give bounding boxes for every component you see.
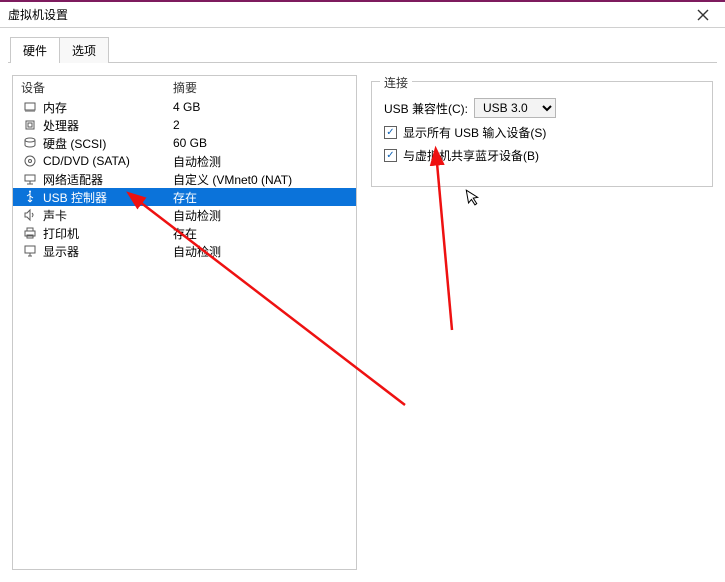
sound-icon xyxy=(21,207,39,223)
device-row-printer[interactable]: 打印机 存在 xyxy=(13,224,356,242)
device-name: 打印机 xyxy=(43,225,173,242)
tab-strip: 硬件 选项 xyxy=(0,28,725,62)
usb-compat-row: USB 兼容性(C): USB 3.0 xyxy=(384,98,700,118)
device-summary: 自动检测 xyxy=(173,207,356,224)
usb-icon xyxy=(21,189,39,205)
share-bluetooth-label: 与虚拟机共享蓝牙设备(B) xyxy=(403,147,539,164)
cpu-icon xyxy=(21,117,39,133)
device-summary: 存在 xyxy=(173,189,356,206)
device-row-cpu[interactable]: 处理器 2 xyxy=(13,116,356,134)
device-summary: 自定义 (VMnet0 (NAT) xyxy=(173,171,356,188)
device-name: USB 控制器 xyxy=(43,189,173,206)
printer-icon xyxy=(21,225,39,241)
usb-compat-select[interactable]: USB 3.0 xyxy=(474,98,556,118)
share-bluetooth-checkbox[interactable] xyxy=(384,149,397,162)
device-list[interactable]: 设备 摘要 内存 4 GB 处理器 2 硬盘 (SCSI) 60 GB CD/D… xyxy=(12,75,357,570)
title-bar: 虚拟机设置 xyxy=(0,0,725,28)
content-area: 设备 摘要 内存 4 GB 处理器 2 硬盘 (SCSI) 60 GB CD/D… xyxy=(0,63,725,582)
device-summary: 自动检测 xyxy=(173,243,356,260)
device-row-network[interactable]: 网络适配器 自定义 (VMnet0 (NAT) xyxy=(13,170,356,188)
show-all-usb-checkbox[interactable] xyxy=(384,126,397,139)
device-list-header: 设备 摘要 xyxy=(13,76,356,98)
column-summary: 摘要 xyxy=(173,79,356,96)
connection-group: 连接 USB 兼容性(C): USB 3.0 显示所有 USB 输入设备(S) … xyxy=(371,81,713,187)
device-row-disk[interactable]: 硬盘 (SCSI) 60 GB xyxy=(13,134,356,152)
device-row-sound[interactable]: 声卡 自动检测 xyxy=(13,206,356,224)
device-name: 显示器 xyxy=(43,243,173,260)
device-row-memory[interactable]: 内存 4 GB xyxy=(13,98,356,116)
column-device: 设备 xyxy=(21,79,173,96)
device-summary: 自动检测 xyxy=(173,153,356,170)
details-panel: 连接 USB 兼容性(C): USB 3.0 显示所有 USB 输入设备(S) … xyxy=(371,75,713,570)
network-icon xyxy=(21,171,39,187)
memory-icon xyxy=(21,99,39,115)
display-icon xyxy=(21,243,39,259)
device-name: 内存 xyxy=(43,99,173,116)
device-name: 处理器 xyxy=(43,117,173,134)
connection-group-title: 连接 xyxy=(380,74,412,91)
show-all-usb-label: 显示所有 USB 输入设备(S) xyxy=(403,124,546,141)
usb-compat-label: USB 兼容性(C): xyxy=(384,100,468,117)
device-name: CD/DVD (SATA) xyxy=(43,154,173,168)
window-close-button[interactable] xyxy=(689,5,717,25)
show-all-usb-row[interactable]: 显示所有 USB 输入设备(S) xyxy=(384,124,700,141)
device-summary: 2 xyxy=(173,118,356,132)
device-row-cd[interactable]: CD/DVD (SATA) 自动检测 xyxy=(13,152,356,170)
device-summary: 4 GB xyxy=(173,100,356,114)
device-name: 声卡 xyxy=(43,207,173,224)
device-summary: 60 GB xyxy=(173,136,356,150)
tab-hardware[interactable]: 硬件 xyxy=(10,37,60,63)
device-name: 硬盘 (SCSI) xyxy=(43,135,173,152)
close-icon xyxy=(696,8,710,22)
device-row-usb[interactable]: USB 控制器 存在 xyxy=(13,188,356,206)
tab-options[interactable]: 选项 xyxy=(59,37,109,63)
device-row-display[interactable]: 显示器 自动检测 xyxy=(13,242,356,260)
disk-icon xyxy=(21,135,39,151)
share-bluetooth-row[interactable]: 与虚拟机共享蓝牙设备(B) xyxy=(384,147,700,164)
cd-icon xyxy=(21,153,39,169)
device-name: 网络适配器 xyxy=(43,171,173,188)
window-title: 虚拟机设置 xyxy=(8,6,68,23)
device-summary: 存在 xyxy=(173,225,356,242)
